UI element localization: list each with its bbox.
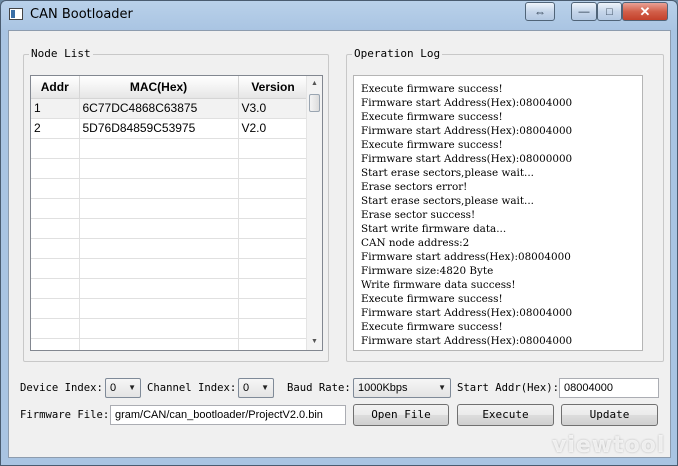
scrollbar-thumb[interactable] bbox=[309, 94, 320, 112]
log-line: Firmware start address(Hex):08004000 bbox=[361, 251, 571, 263]
device-index-value: 0 bbox=[110, 382, 117, 394]
baud-rate-select[interactable]: 1000Kbps ▼ bbox=[353, 378, 451, 398]
scroll-up-arrow-icon[interactable]: ▲ bbox=[307, 76, 322, 92]
chevron-down-icon: ▼ bbox=[128, 383, 136, 392]
log-line: Erase sector success! bbox=[361, 209, 476, 221]
log-line: Firmware start Address(Hex):08004000 bbox=[361, 97, 573, 109]
log-line: Firmware start Address(Hex):08004000 bbox=[361, 335, 573, 347]
empty-row bbox=[31, 258, 309, 279]
title-bar[interactable]: CAN Bootloader ⇔ — □ ✕ bbox=[1, 1, 677, 29]
empty-row bbox=[31, 298, 309, 319]
column-header-addr[interactable]: Addr bbox=[31, 76, 80, 99]
start-addr-input[interactable]: 08004000 bbox=[559, 378, 659, 398]
log-line: Execute firmware success! bbox=[361, 321, 503, 333]
maximize-button[interactable]: □ bbox=[597, 2, 622, 21]
switch-window-icon[interactable]: ⇔ bbox=[525, 2, 555, 21]
table-header-row: Addr MAC(Hex) Version bbox=[31, 76, 309, 99]
log-line: Firmware start Address(Hex):08004000 bbox=[361, 125, 573, 137]
log-line: Execute firmware success! bbox=[361, 83, 503, 95]
scroll-down-arrow-icon[interactable]: ▼ bbox=[307, 334, 322, 350]
client-area: Node List Addr MAC(Hex) Version 1 6C77DC… bbox=[8, 30, 671, 458]
empty-row bbox=[31, 318, 309, 339]
viewtool-watermark-logo: viewtool bbox=[552, 433, 666, 458]
empty-row bbox=[31, 178, 309, 199]
log-line: CAN node address:2 bbox=[361, 237, 470, 249]
empty-row bbox=[31, 238, 309, 259]
node-table[interactable]: Addr MAC(Hex) Version 1 6C77DC4868C63875… bbox=[30, 75, 323, 351]
log-line: Firmware start Address(Hex):08000000 bbox=[361, 153, 573, 165]
log-line: Start write firmware data... bbox=[361, 223, 507, 235]
empty-row bbox=[31, 278, 309, 299]
channel-index-label: Channel Index: bbox=[147, 382, 237, 394]
firmware-file-input[interactable]: gram/CAN/can_bootloader/ProjectV2.0.bin bbox=[110, 405, 346, 425]
log-line: Firmware start Address(Hex):08004000 bbox=[361, 307, 573, 319]
operation-log-text[interactable]: Execute firmware success! Firmware start … bbox=[353, 75, 643, 351]
operation-log-label: Operation Log bbox=[352, 47, 443, 60]
log-line: Execute firmware success! bbox=[361, 111, 503, 123]
log-line: Execute firmware success! bbox=[361, 293, 503, 305]
log-line: Start erase sectors,please wait... bbox=[361, 195, 534, 207]
empty-row bbox=[31, 158, 309, 179]
execute-button[interactable]: Execute bbox=[457, 404, 554, 426]
cell-mac: 6C77DC4868C63875 bbox=[79, 98, 239, 119]
empty-row bbox=[31, 198, 309, 219]
node-list-group: Node List Addr MAC(Hex) Version 1 6C77DC… bbox=[23, 47, 329, 362]
channel-index-select[interactable]: 0 ▼ bbox=[238, 378, 274, 398]
cell-version: V3.0 bbox=[238, 98, 309, 119]
cell-addr: 2 bbox=[31, 118, 80, 139]
operation-log-group: Operation Log Execute firmware success! F… bbox=[346, 47, 664, 362]
baud-rate-label: Baud Rate: bbox=[287, 382, 351, 394]
log-line: Start erase sectors,please wait... bbox=[361, 167, 534, 179]
column-header-version[interactable]: Version bbox=[238, 76, 309, 99]
log-line: Write firmware data success! bbox=[361, 279, 516, 291]
cell-mac: 5D76D84859C53975 bbox=[79, 118, 239, 139]
chevron-down-icon: ▼ bbox=[261, 383, 269, 392]
table-row[interactable]: 2 5D76D84859C53975 V2.0 bbox=[31, 118, 309, 139]
update-button[interactable]: Update bbox=[561, 404, 658, 426]
device-index-select[interactable]: 0 ▼ bbox=[105, 378, 141, 398]
app-window: CAN Bootloader ⇔ — □ ✕ Node List Addr MA… bbox=[0, 0, 678, 466]
window-title: CAN Bootloader bbox=[30, 7, 133, 22]
channel-index-value: 0 bbox=[243, 382, 250, 394]
log-line: Firmware size:4820 Byte bbox=[361, 265, 494, 277]
table-row[interactable]: 1 6C77DC4868C63875 V3.0 bbox=[31, 98, 309, 119]
chevron-down-icon: ▼ bbox=[438, 383, 446, 392]
table-scrollbar[interactable]: ▲ ▼ bbox=[306, 76, 322, 350]
open-file-button[interactable]: Open File bbox=[353, 404, 449, 426]
cell-version: V2.0 bbox=[238, 118, 309, 139]
cell-addr: 1 bbox=[31, 98, 80, 119]
start-addr-label: Start Addr(Hex): bbox=[457, 382, 560, 394]
minimize-button[interactable]: — bbox=[571, 2, 597, 21]
baud-rate-value: 1000Kbps bbox=[358, 382, 408, 394]
empty-row bbox=[31, 218, 309, 239]
log-line: Execute firmware success! bbox=[361, 139, 503, 151]
close-button[interactable]: ✕ bbox=[622, 2, 668, 21]
firmware-file-label: Firmware File: bbox=[20, 409, 110, 421]
empty-row bbox=[31, 138, 309, 159]
node-list-label: Node List bbox=[29, 47, 93, 60]
log-line: Erase sectors error! bbox=[361, 181, 468, 193]
app-icon bbox=[9, 8, 23, 20]
empty-row bbox=[31, 338, 309, 350]
device-index-label: Device Index: bbox=[20, 382, 103, 394]
column-header-mac[interactable]: MAC(Hex) bbox=[79, 76, 239, 99]
